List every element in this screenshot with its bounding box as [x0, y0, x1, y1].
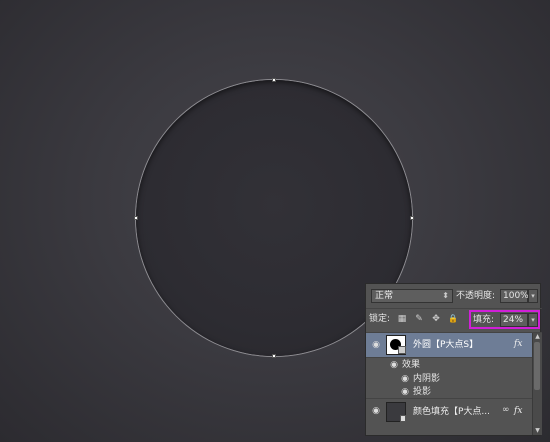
opacity-input[interactable]: 100%	[500, 289, 529, 303]
path-anchor-top[interactable]	[272, 78, 276, 82]
layer-mask-icon	[400, 415, 406, 422]
scroll-thumb[interactable]	[534, 342, 540, 390]
path-anchor-left[interactable]	[134, 216, 138, 220]
effects-label: 效果	[402, 360, 421, 370]
lock-position-icon[interactable]: ✥	[431, 314, 441, 324]
scroll-up-icon[interactable]: ▲	[533, 333, 542, 341]
layer-row-outer-circle[interactable]: ◉ 外圆【P大点S】 fx	[366, 333, 532, 358]
lock-transparent-pixels-icon[interactable]: ▦	[397, 314, 407, 324]
blend-mode-value: 正常	[375, 291, 394, 301]
scroll-down-icon[interactable]: ▼	[533, 427, 542, 435]
opacity-label: 不透明度:	[456, 291, 496, 301]
layer-name[interactable]: 外圆【P大点S】	[413, 339, 478, 351]
effects-row[interactable]: ◉ 效果	[366, 358, 532, 373]
layer-name[interactable]: 颜色填充【P大点...	[413, 406, 490, 418]
path-anchor-bottom[interactable]	[272, 354, 276, 358]
fill-input[interactable]: 24%	[500, 313, 528, 327]
lock-fill-row: 锁定: ▦ ✎ ✥ 🔒 填充: 24% ▾	[366, 308, 542, 333]
path-anchor-right[interactable]	[410, 216, 414, 220]
visibility-eye-icon[interactable]: ◉	[370, 407, 382, 416]
blend-mode-select[interactable]: 正常 ⬍	[371, 289, 453, 303]
fill-layer-thumbnail	[386, 402, 406, 422]
layer-thumbnail	[386, 335, 406, 355]
effects-visibility-eye-icon[interactable]: ◉	[388, 361, 400, 370]
fill-label: 填充:	[473, 315, 495, 325]
fill-dropdown-button[interactable]: ▾	[528, 313, 538, 327]
layers-scrollbar[interactable]: ▲ ▼	[532, 333, 542, 435]
fx-icon[interactable]: fx	[514, 339, 522, 349]
vector-mask-icon	[398, 346, 406, 354]
lock-image-pixels-icon[interactable]: ✎	[414, 314, 424, 324]
visibility-eye-icon[interactable]: ◉	[370, 341, 382, 350]
layer-row-color-fill[interactable]: ◉ 颜色填充【P大点... ∞ fx	[366, 398, 532, 425]
link-icon: ∞	[502, 405, 510, 415]
fx-icon[interactable]: fx	[514, 406, 522, 416]
layers-panel: 正常 ⬍ 不透明度: 100% ▾ 锁定: ▦ ✎ ✥ 🔒 填充: 24% ▾ …	[365, 283, 542, 436]
select-arrow-icon: ⬍	[442, 291, 449, 300]
drop-shadow-eye-icon[interactable]: ◉	[399, 388, 411, 397]
lock-label: 锁定:	[369, 314, 391, 324]
inner-shadow-eye-icon[interactable]: ◉	[399, 375, 411, 384]
lock-all-icon[interactable]: 🔒	[448, 314, 458, 324]
blend-row: 正常 ⬍ 不透明度: 100% ▾	[366, 284, 542, 309]
opacity-dropdown-button[interactable]: ▾	[528, 289, 538, 303]
